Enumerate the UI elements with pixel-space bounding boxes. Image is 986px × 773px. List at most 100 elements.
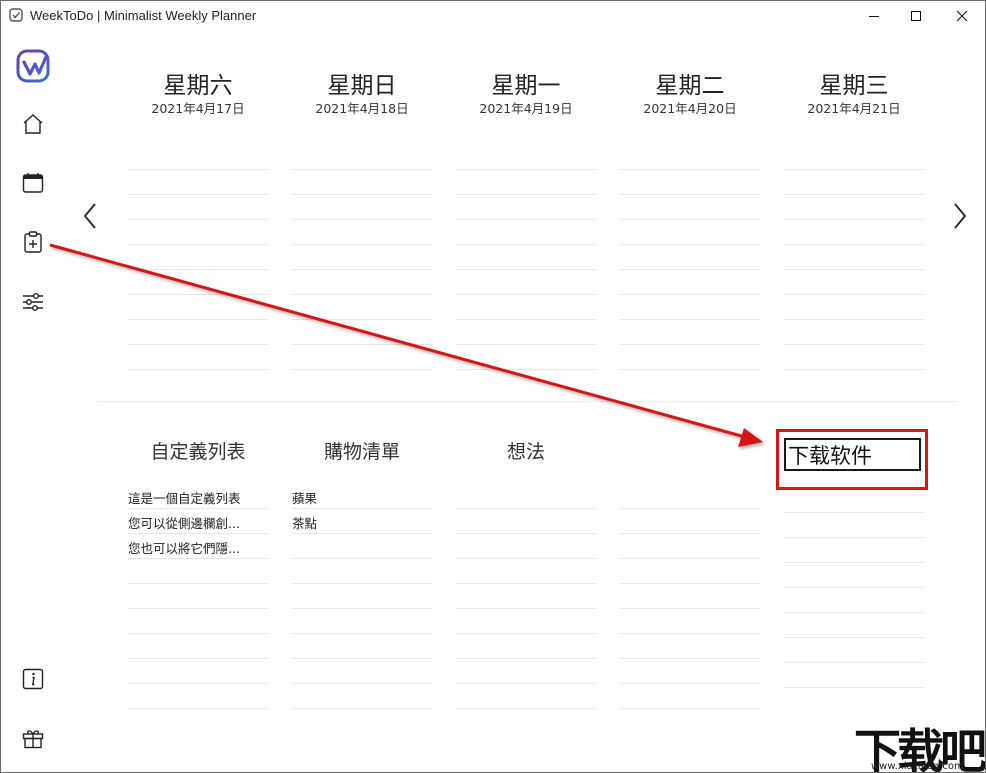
task-line[interactable]: [128, 269, 268, 270]
task-line[interactable]: [784, 512, 924, 513]
task-line[interactable]: [456, 219, 596, 220]
task-line[interactable]: [456, 369, 596, 370]
task-line[interactable]: [620, 708, 760, 709]
task-line[interactable]: [784, 537, 924, 538]
next-week-button[interactable]: [948, 199, 972, 233]
task-line[interactable]: [292, 683, 432, 684]
task-line[interactable]: [292, 583, 432, 584]
task-line[interactable]: [456, 194, 596, 195]
task-line[interactable]: [620, 658, 760, 659]
task-line[interactable]: [292, 608, 432, 609]
task-line[interactable]: [456, 558, 596, 559]
task-line[interactable]: [292, 269, 432, 270]
task-line[interactable]: [456, 169, 596, 170]
task-line[interactable]: [128, 219, 268, 220]
task-line[interactable]: [456, 708, 596, 709]
task-line[interactable]: [128, 369, 268, 370]
task-line[interactable]: [784, 344, 924, 345]
calendar-button[interactable]: [19, 169, 47, 197]
task-line[interactable]: [292, 294, 432, 295]
task-line[interactable]: [620, 683, 760, 684]
task-line[interactable]: [128, 608, 268, 609]
task-line[interactable]: [784, 169, 924, 170]
task-line[interactable]: [784, 687, 924, 688]
task-line[interactable]: [128, 558, 268, 559]
task-line[interactable]: [292, 708, 432, 709]
close-button[interactable]: [939, 0, 985, 32]
task-line[interactable]: [456, 294, 596, 295]
task-line[interactable]: [456, 583, 596, 584]
task-line[interactable]: [128, 658, 268, 659]
task-line[interactable]: [784, 662, 924, 663]
task-line[interactable]: [456, 508, 596, 509]
task-line[interactable]: [784, 369, 924, 370]
task-line[interactable]: [128, 294, 268, 295]
task-line[interactable]: [620, 219, 760, 220]
task-line[interactable]: [292, 533, 432, 534]
task-line[interactable]: [456, 244, 596, 245]
task-line[interactable]: [456, 633, 596, 634]
task-line[interactable]: [292, 169, 432, 170]
task-line[interactable]: [456, 344, 596, 345]
task-line[interactable]: [620, 294, 760, 295]
custom-lists-button[interactable]: [19, 228, 47, 256]
task-line[interactable]: [620, 533, 760, 534]
task-line[interactable]: [128, 583, 268, 584]
task-line[interactable]: [784, 194, 924, 195]
task-line[interactable]: [784, 219, 924, 220]
list-item[interactable]: 這是一個自定義列表: [128, 488, 241, 507]
task-line[interactable]: [292, 244, 432, 245]
task-line[interactable]: [292, 319, 432, 320]
task-line[interactable]: [784, 612, 924, 613]
task-line[interactable]: [456, 533, 596, 534]
list-item[interactable]: 您也可以將它們隱...: [128, 538, 240, 557]
task-line[interactable]: [292, 633, 432, 634]
task-line[interactable]: [620, 633, 760, 634]
task-line[interactable]: [620, 344, 760, 345]
task-line[interactable]: [128, 708, 268, 709]
task-line[interactable]: [784, 269, 924, 270]
task-line[interactable]: [784, 587, 924, 588]
task-line[interactable]: [292, 344, 432, 345]
task-line[interactable]: [292, 658, 432, 659]
list-title[interactable]: 購物清單: [292, 437, 432, 464]
task-line[interactable]: [128, 344, 268, 345]
task-line[interactable]: [456, 319, 596, 320]
task-line[interactable]: [784, 562, 924, 563]
task-line[interactable]: [128, 169, 268, 170]
logo-button[interactable]: [16, 49, 50, 83]
task-line[interactable]: [128, 194, 268, 195]
task-line[interactable]: [456, 658, 596, 659]
task-line[interactable]: [128, 633, 268, 634]
gift-button[interactable]: [19, 724, 47, 752]
home-button[interactable]: [19, 110, 47, 138]
task-line[interactable]: [620, 558, 760, 559]
task-line[interactable]: [292, 194, 432, 195]
task-line[interactable]: [620, 319, 760, 320]
list-title[interactable]: 想法: [456, 437, 596, 464]
list-item[interactable]: 茶點: [292, 513, 317, 532]
minimize-button[interactable]: [851, 0, 897, 32]
list-item[interactable]: 蘋果: [292, 488, 317, 507]
task-line[interactable]: [784, 319, 924, 320]
task-line[interactable]: [128, 683, 268, 684]
task-line[interactable]: [784, 244, 924, 245]
task-line[interactable]: [128, 319, 268, 320]
task-line[interactable]: [128, 244, 268, 245]
maximize-button[interactable]: [893, 0, 939, 32]
settings-button[interactable]: [19, 288, 47, 316]
task-line[interactable]: [620, 244, 760, 245]
task-line[interactable]: [620, 583, 760, 584]
task-line[interactable]: [620, 269, 760, 270]
task-line[interactable]: [456, 683, 596, 684]
task-line[interactable]: [292, 558, 432, 559]
task-line[interactable]: [292, 219, 432, 220]
task-line[interactable]: [784, 294, 924, 295]
task-line[interactable]: [292, 369, 432, 370]
task-line[interactable]: [128, 533, 268, 534]
task-line[interactable]: [620, 608, 760, 609]
task-line[interactable]: [620, 194, 760, 195]
task-line[interactable]: [128, 508, 268, 509]
task-line[interactable]: [620, 169, 760, 170]
task-line[interactable]: [620, 369, 760, 370]
